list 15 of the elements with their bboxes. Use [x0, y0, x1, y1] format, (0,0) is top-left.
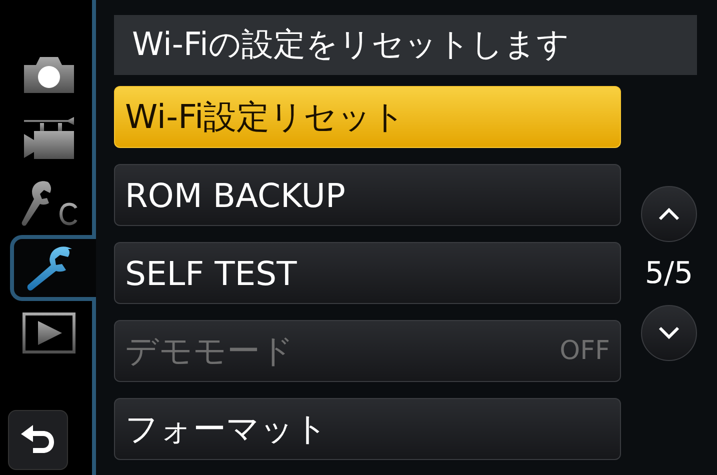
description-text: Wi-Fiの設定をリセットします [114, 15, 697, 75]
camera-icon [22, 55, 76, 95]
chevron-up-icon [658, 207, 680, 221]
menu-item[interactable]: ROM BACKUP [114, 164, 621, 226]
menu-item[interactable]: SELF TEST [114, 242, 621, 304]
chevron-down-icon [658, 326, 680, 340]
video-camera-icon [22, 117, 76, 161]
return-arrow-icon [21, 425, 55, 455]
back-button[interactable] [8, 410, 68, 470]
menu-item[interactable]: フォーマット [114, 398, 621, 460]
setting-value: OFF [560, 336, 610, 366]
menu-item[interactable]: Wi-Fi設定リセット [114, 86, 621, 148]
menu-tab[interactable] [10, 235, 96, 301]
play-icon [22, 312, 76, 354]
page-indicator: 5/5 [644, 256, 694, 291]
